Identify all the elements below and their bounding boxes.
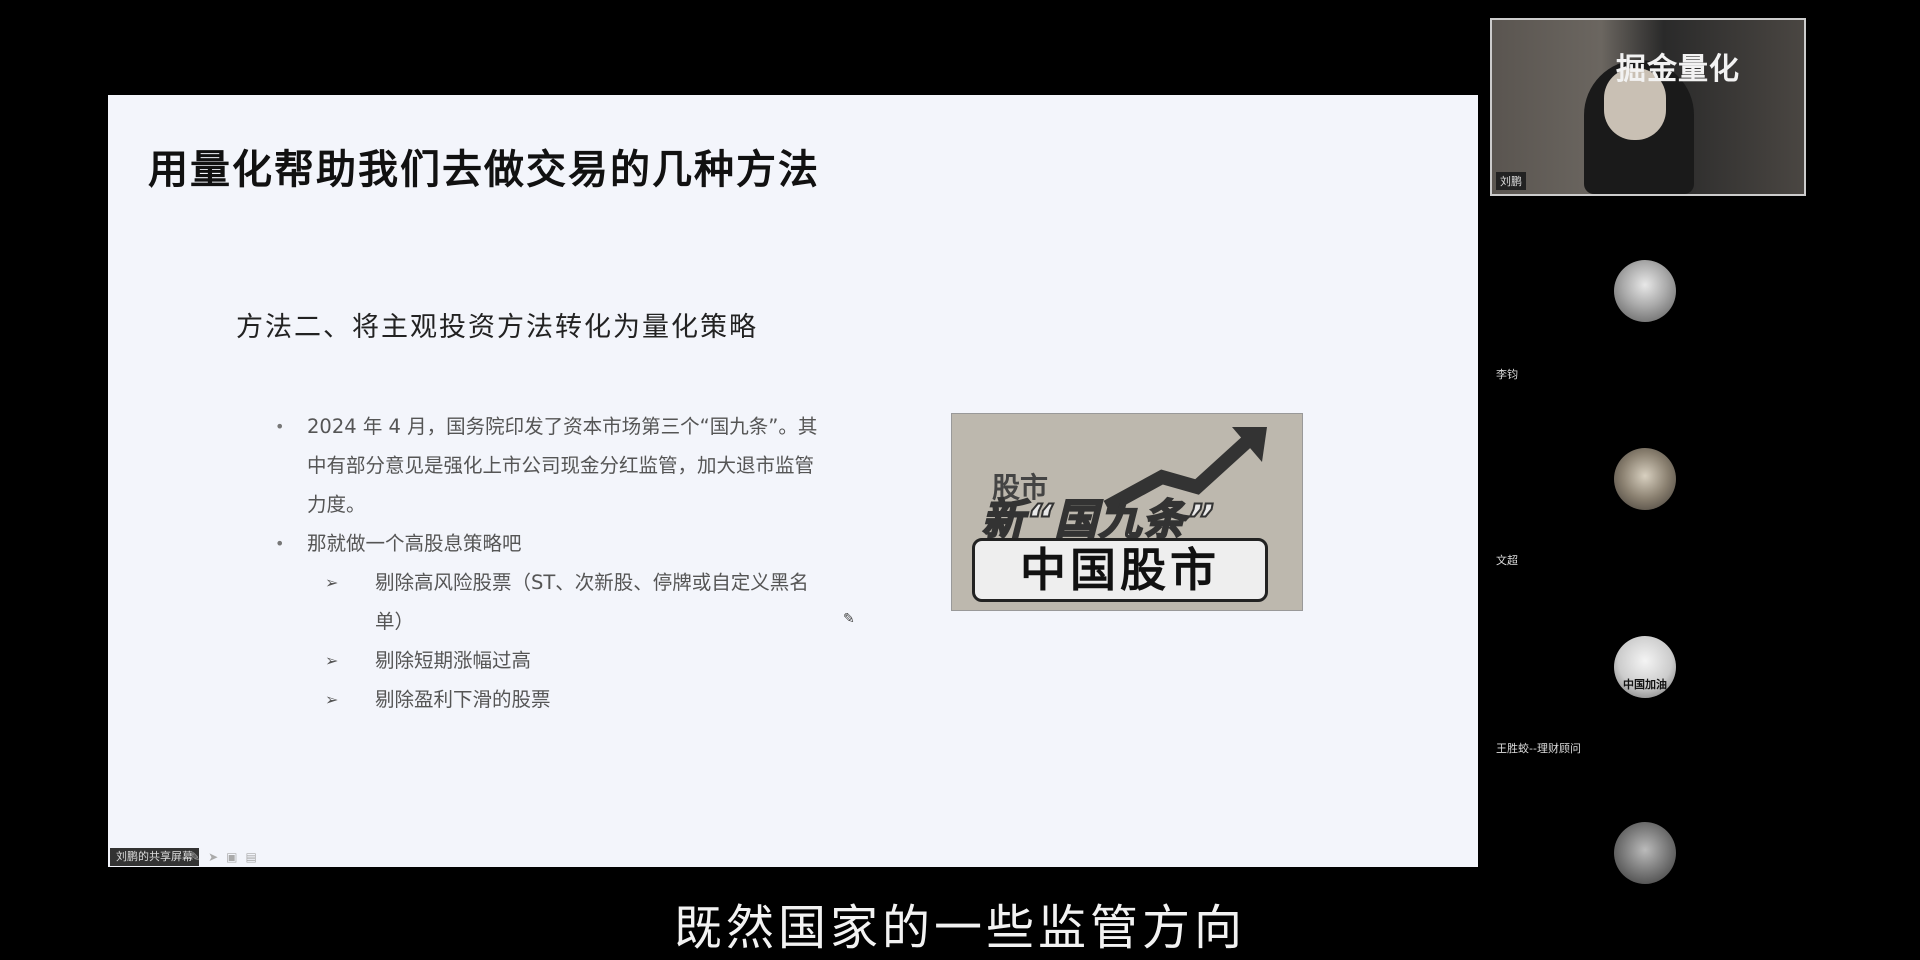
shared-screen: 用量化帮助我们去做交易的几种方法 方法二、将主观投资方法转化为量化策略 • 20… [108,95,1478,867]
avatar-text: 中国加油 [1623,678,1667,691]
slide-image: 股市 新“国九条” 中国股市 [951,413,1303,611]
bullet-list: • 2024 年 4 月，国务院印发了资本市场第三个“国九条”。其中有部分意见是… [273,407,833,719]
avatar: 中国加油 [1614,636,1676,698]
participant-name: 文超 [1496,554,1518,567]
sub-bullet-item: ➢ 剔除高风险股票（ST、次新股、停牌或自定义黑名单） [325,563,833,641]
arrow-bullet-icon: ➢ [325,690,339,709]
sub-bullet-text: 剔除盈利下滑的股票 [375,688,551,711]
presenter-video[interactable]: 掘金量化 刘鹏 [1490,18,1806,196]
sub-bullet-item: ➢ 剔除盈利下滑的股票 [325,680,833,719]
bullet-item: • 那就做一个高股息策略吧 [273,524,833,563]
arrow-bullet-icon: ➢ [325,573,339,592]
save-tool-icon[interactable]: ▤ [245,848,256,866]
bullet-item: • 2024 年 4 月，国务院印发了资本市场第三个“国九条”。其中有部分意见是… [273,407,833,524]
pen-cursor-icon: ✎ [843,611,855,627]
arrow-bullet-icon: ➢ [325,651,339,670]
sub-bullet-item: ➢ 剔除短期涨幅过高 [325,641,833,680]
camera-tool-icon[interactable]: ▣ [226,848,237,866]
image-bottom-text: 中国股市 [972,538,1268,602]
share-toolbar: ✎ ➤ ▣ ▤ [190,848,257,866]
bullet-text: 那就做一个高股息策略吧 [307,532,522,555]
watermark-text: 掘金量化 [1616,52,1740,87]
sub-bullet-text: 剔除高风险股票（ST、次新股、停牌或自定义黑名单） [375,571,809,633]
sub-bullet-text: 剔除短期涨幅过高 [375,649,532,672]
bullet-dot-icon: • [275,417,285,436]
avatar [1614,822,1676,884]
share-screen-label: 刘鹏的共享屏幕 [110,848,199,866]
slide-title: 用量化帮助我们去做交易的几种方法 [148,147,820,193]
slide-subtitle: 方法二、将主观投资方法转化为量化策略 [236,312,758,343]
bullet-text: 2024 年 4 月，国务院印发了资本市场第三个“国九条”。其中有部分意见是强化… [307,415,818,516]
participant-name: 李钧 [1496,368,1518,381]
avatar [1614,448,1676,510]
pointer-tool-icon[interactable]: ➤ [208,848,218,866]
pen-tool-icon[interactable]: ✎ [190,848,200,866]
participant-name: 王胜蛟--理财顾问 [1496,742,1581,755]
video-caption: 既然国家的一些监管方向 [673,900,1246,956]
avatar [1614,260,1676,322]
presenter-name-tag: 刘鹏 [1496,172,1526,190]
bullet-dot-icon: • [275,534,285,553]
